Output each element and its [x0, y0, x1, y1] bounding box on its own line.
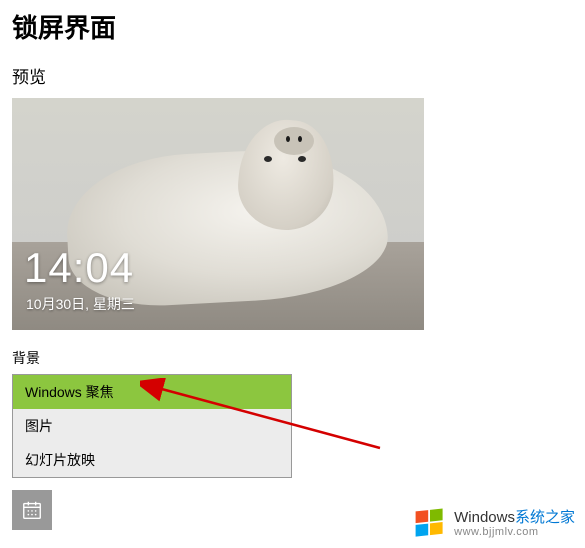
dropdown-option-picture[interactable]: 图片 — [13, 409, 291, 443]
watermark: Windows系统之家 www.bjjmlv.com — [412, 506, 575, 542]
dropdown-option-slideshow[interactable]: 幻灯片放映 — [13, 443, 291, 477]
preview-time: 14:04 — [24, 244, 134, 292]
lockscreen-preview: 14:04 10月30日, 星期三 — [12, 98, 424, 330]
watermark-url: www.bjjmlv.com — [454, 526, 575, 538]
preview-date: 10月30日, 星期三 — [26, 294, 135, 314]
dropdown-option-spotlight[interactable]: Windows 聚焦 — [13, 375, 291, 409]
background-label: 背景 — [0, 330, 585, 372]
calendar-icon — [21, 499, 43, 521]
preview-label: 预览 — [0, 57, 585, 98]
windows-logo-icon — [412, 506, 448, 542]
page-title: 锁屏界面 — [0, 0, 585, 57]
calendar-button[interactable] — [12, 490, 52, 530]
background-dropdown[interactable]: Windows 聚焦 图片 幻灯片放映 — [12, 374, 292, 478]
watermark-brand: Windows系统之家 — [454, 510, 575, 527]
